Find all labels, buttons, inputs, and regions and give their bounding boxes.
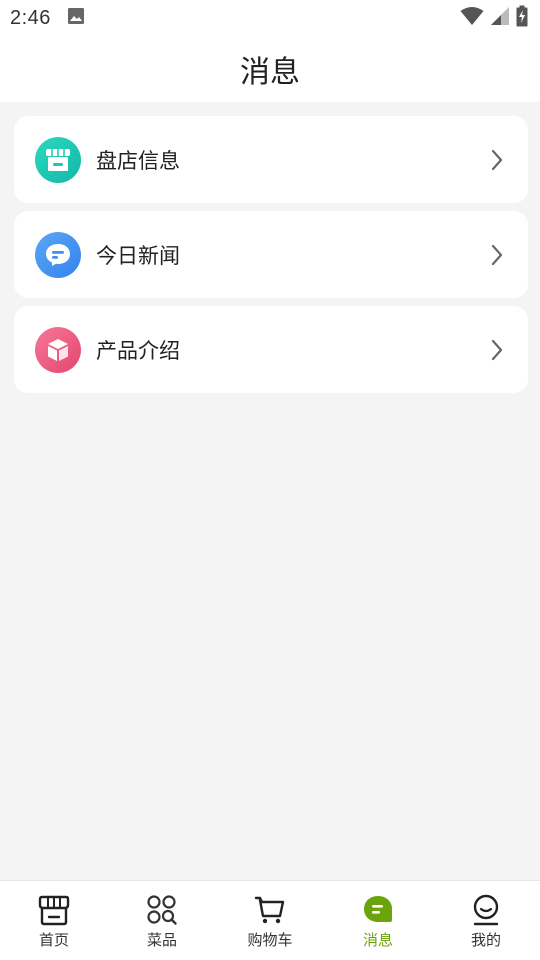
bottom-tab-bar: 首页 菜品 购物车 消息 我的 <box>0 880 540 960</box>
tab-profile[interactable]: 我的 <box>432 881 540 960</box>
chevron-right-icon <box>488 337 506 363</box>
dishes-icon <box>145 893 179 927</box>
status-bar: 2:46 <box>0 0 540 36</box>
chat-bubble-icon <box>35 231 81 278</box>
message-menu-list: 盘店信息 今日新闻 产品介绍 <box>14 116 528 401</box>
menu-item-store-info[interactable]: 盘店信息 <box>14 116 528 203</box>
tab-label: 菜品 <box>146 931 177 949</box>
page-title: 消息 <box>240 55 300 90</box>
home-icon <box>37 893 71 927</box>
menu-item-label: 盘店信息 <box>96 148 180 173</box>
tab-label: 我的 <box>470 931 501 949</box>
message-icon <box>361 893 395 927</box>
box-icon <box>35 326 81 373</box>
chevron-right-icon <box>488 147 506 173</box>
tab-dishes[interactable]: 菜品 <box>108 881 216 960</box>
tab-label: 购物车 <box>247 931 293 949</box>
battery-charging-icon <box>516 5 528 31</box>
tab-cart[interactable]: 购物车 <box>216 881 324 960</box>
menu-item-today-news[interactable]: 今日新闻 <box>14 211 528 298</box>
cart-icon <box>253 893 287 927</box>
tab-message[interactable]: 消息 <box>324 881 432 960</box>
menu-item-product-intro[interactable]: 产品介绍 <box>14 306 528 393</box>
signal-icon <box>490 6 510 30</box>
tab-label: 首页 <box>38 931 69 949</box>
status-left: 2:46 <box>10 7 85 30</box>
tab-label: 消息 <box>362 931 393 949</box>
store-icon <box>35 136 81 183</box>
image-icon <box>67 7 85 29</box>
chevron-right-icon <box>488 242 506 268</box>
menu-item-label: 今日新闻 <box>96 243 180 268</box>
wifi-icon <box>460 6 484 30</box>
header: 消息 <box>0 36 540 102</box>
menu-item-label: 产品介绍 <box>96 338 180 363</box>
status-right <box>460 5 528 31</box>
profile-icon <box>469 893 503 927</box>
tab-home[interactable]: 首页 <box>0 881 108 960</box>
status-time: 2:46 <box>10 6 51 29</box>
